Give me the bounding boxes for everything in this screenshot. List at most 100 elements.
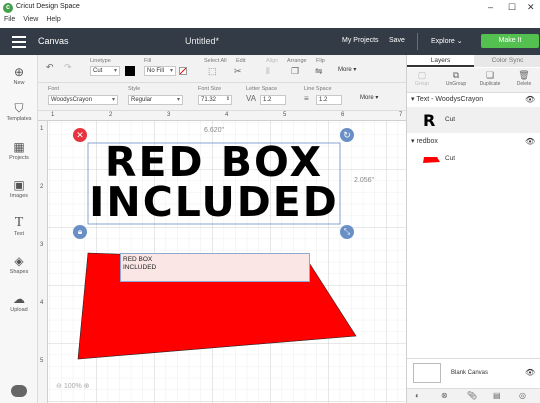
image-icon: ▣ — [13, 178, 25, 192]
ruler-tick: 3 — [167, 112, 171, 118]
text-tool[interactable]: T Text — [0, 215, 38, 237]
linetype-color-swatch[interactable] — [125, 66, 135, 76]
new-label: New — [13, 80, 25, 86]
style-label: Style — [128, 86, 141, 92]
select-all-icon[interactable]: ⬚ — [208, 66, 217, 77]
fill-select[interactable]: No Fill — [144, 66, 176, 76]
edit-scissors-icon[interactable]: ✂ — [234, 66, 242, 77]
more-text-button[interactable]: More ▾ — [360, 94, 378, 101]
trash-icon: 🗑︎ — [518, 70, 530, 80]
chat-icon[interactable] — [11, 385, 27, 397]
fill-value: No Fill — [147, 68, 165, 74]
blank-canvas-row[interactable]: Blank Canvas 👁︎ — [407, 358, 540, 388]
slice-icon[interactable]: ◐ — [415, 391, 420, 400]
layer-group-text[interactable]: ▾ Text - WoodysCrayon — [407, 93, 540, 107]
redo-icon[interactable]: ↷ — [64, 62, 72, 73]
font-size-label: Font Size — [198, 86, 222, 92]
close-icon[interactable]: ✕ — [527, 2, 535, 13]
ruler-tick: 6 — [341, 112, 345, 118]
attach-icon[interactable]: 📎︎ — [467, 391, 477, 400]
edit-line-1: RED BOX — [123, 256, 153, 263]
zoom-control[interactable]: ⊖ 100% ⊕ — [56, 382, 90, 390]
text-edit-box[interactable]: RED BOX INCLUDED — [120, 253, 310, 282]
delete-handle-icon[interactable]: ✕ — [73, 128, 87, 142]
font-size-input[interactable]: 71.32 ⇕ — [198, 95, 232, 105]
header-divider — [417, 33, 418, 50]
make-it-button[interactable]: Make It — [481, 34, 539, 48]
upload-cloud-icon: ☁ — [13, 292, 25, 306]
layer-item-redbox-cut[interactable]: Cut — [407, 149, 540, 171]
images-label: Images — [9, 193, 29, 199]
no-fill-swatch[interactable] — [179, 67, 187, 75]
duplicate-button[interactable]: ❏ Duplicate — [477, 69, 503, 87]
canvas-swatch[interactable] — [413, 363, 441, 383]
app-logo-icon: c — [3, 3, 13, 13]
line-space-input[interactable]: 1.2 — [316, 95, 342, 105]
tab-color-sync[interactable]: Color Sync — [474, 55, 540, 67]
menu-help[interactable]: Help — [46, 16, 60, 23]
group-icon: ▢ — [417, 70, 427, 80]
layer-item-text-cut[interactable]: R Cut — [407, 107, 540, 133]
contour-icon[interactable]: ◎ — [519, 391, 526, 400]
shapes-tool[interactable]: ◈ Shapes — [0, 253, 38, 275]
letter-space-icon: VA — [246, 94, 257, 103]
projects-tool[interactable]: ▦ Projects — [0, 139, 38, 161]
layer-child-label: Cut — [445, 155, 456, 162]
collapse-icon[interactable]: ▾ — [411, 138, 415, 145]
more-button[interactable]: More ▾ — [338, 66, 356, 73]
ruler-tick: 5 — [40, 358, 44, 364]
design-canvas[interactable]: RED BOX INCLUDED 6.620" 2.056" ✕ ↻ 🔒︎ ⤡ … — [38, 111, 406, 403]
headline-text[interactable]: RED BOX INCLUDED — [88, 142, 340, 223]
resize-handle-icon[interactable]: ⤡ — [340, 225, 354, 239]
flip-icon[interactable]: ⇋ — [315, 66, 323, 77]
weld-icon[interactable]: ⊗ — [441, 391, 448, 400]
group-label: Group — [415, 81, 429, 87]
stepper-icon[interactable]: ⇕ — [226, 95, 230, 103]
rotate-handle-icon[interactable]: ↻ — [340, 128, 354, 142]
ungroup-label: UnGroup — [445, 81, 467, 87]
undo-icon[interactable]: ↶ — [46, 62, 54, 73]
arrange-icon[interactable]: ❐ — [291, 66, 299, 77]
explore-button[interactable]: Explore ⌄ — [431, 37, 463, 45]
delete-button[interactable]: 🗑︎ Delete — [511, 69, 537, 87]
maximize-icon[interactable]: ☐ — [508, 2, 516, 13]
letter-space-input[interactable]: 1.2 — [260, 95, 286, 105]
letter-space-label: Letter Space — [246, 86, 278, 92]
new-tool[interactable]: ⊕ New — [0, 64, 38, 86]
group-button[interactable]: ▢ Group — [409, 69, 435, 87]
align-icon[interactable]: ⫴ — [266, 66, 270, 77]
align-label: Align — [266, 58, 279, 64]
font-label: Font — [48, 86, 60, 92]
layers-panel: Layers Color Sync ▢ Group ⧉ UnGroup ❏ Dupli… — [406, 55, 540, 403]
layer-group-redbox[interactable]: ▾ redbox — [407, 135, 540, 149]
document-title: Untitled* — [185, 36, 220, 46]
style-select[interactable]: Regular — [128, 95, 183, 105]
ungroup-button[interactable]: ⧉ UnGroup — [443, 69, 469, 87]
visibility-eye-icon[interactable]: 👁︎ — [525, 368, 535, 377]
my-projects-button[interactable]: My Projects — [342, 37, 379, 44]
lock-handle-icon[interactable]: 🔒︎ — [73, 225, 87, 239]
ruler-left: 1 2 3 4 5 — [38, 121, 48, 403]
collapse-icon[interactable]: ▾ — [411, 96, 415, 103]
font-select[interactable]: WoodysCrayon — [48, 95, 118, 105]
templates-tool[interactable]: ⛉ Templates — [0, 100, 38, 122]
upload-tool[interactable]: ☁ Upload — [0, 291, 38, 313]
ruler-tick: 2 — [40, 184, 44, 190]
shapes-icon: ◈ — [14, 254, 24, 268]
visibility-eye-icon[interactable]: 👁︎ — [525, 93, 535, 107]
explore-label: Explore — [431, 38, 455, 45]
menu-file[interactable]: File — [4, 16, 15, 23]
flatten-icon[interactable]: ▤ — [493, 391, 501, 400]
linetype-select[interactable]: Cut — [90, 66, 120, 76]
menu-view[interactable]: View — [23, 16, 38, 23]
minimize-icon[interactable]: – — [488, 2, 493, 12]
tab-layers[interactable]: Layers — [407, 55, 474, 67]
hamburger-menu-icon[interactable] — [12, 36, 26, 48]
duplicate-label: Duplicate — [479, 81, 501, 87]
line-space-icon: ≡ — [304, 94, 309, 103]
save-button[interactable]: Save — [389, 37, 405, 44]
visibility-eye-icon[interactable]: 👁︎ — [525, 135, 535, 149]
images-tool[interactable]: ▣ Images — [0, 177, 38, 199]
ruler-tick: 1 — [51, 112, 55, 118]
font-size-value: 71.32 — [201, 97, 217, 103]
